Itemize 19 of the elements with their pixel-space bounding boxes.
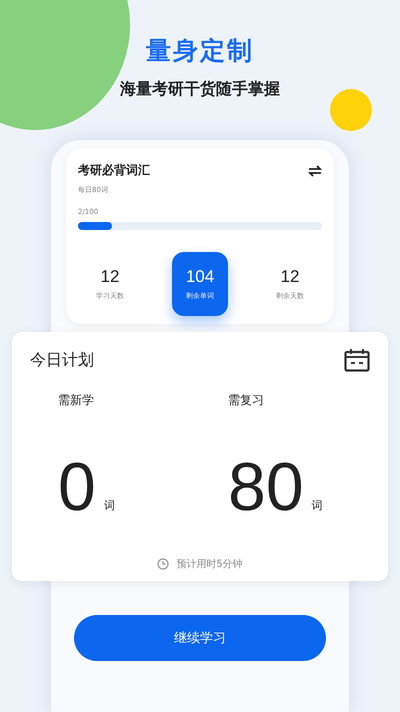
swap-icon[interactable]	[308, 164, 322, 176]
plan-label: 需复习	[228, 392, 265, 409]
unit-label: 词	[104, 498, 115, 513]
word-count: 80	[228, 453, 304, 521]
subheadline: 海量考研干货随手掌握	[120, 79, 280, 100]
calendar-icon[interactable]	[344, 348, 370, 372]
clock-icon	[157, 558, 170, 570]
time-estimate: 预计用时5分钟	[176, 558, 243, 571]
plan-title: 今日计划	[30, 350, 94, 370]
unit-label: 词	[312, 498, 323, 513]
book-title: 考研必背词汇	[78, 162, 150, 179]
headline: 量身定制	[146, 35, 254, 67]
plan-label: 需新学	[58, 392, 95, 409]
accent-dot	[330, 89, 372, 131]
continue-button[interactable]: 继续学习	[74, 615, 326, 661]
stat-value: 104	[186, 267, 214, 287]
stat-value: 12	[280, 267, 300, 287]
stat-value: 12	[100, 267, 120, 287]
word-count: 0	[58, 453, 96, 521]
